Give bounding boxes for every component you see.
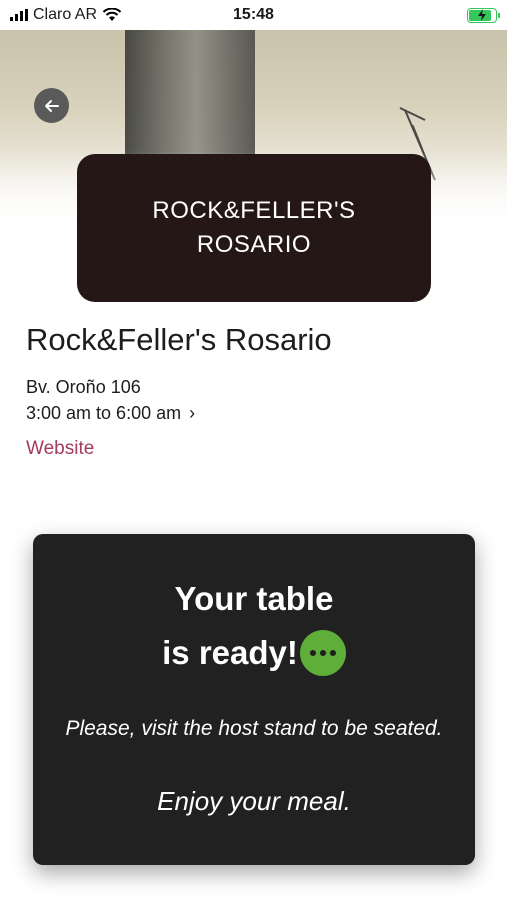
status-bar: Claro AR 15:48: [0, 0, 507, 30]
carrier-name: Claro AR: [33, 6, 98, 23]
brand-logo: ROCK&FELLER'S ROSARIO: [77, 154, 431, 302]
venue-hours: 3:00 am to 6:00 am: [26, 403, 182, 423]
wifi-icon: [102, 8, 122, 21]
ready-title-line2: is ready!: [162, 634, 298, 671]
typing-bubble-icon: [299, 630, 346, 676]
ready-title-line1: Your table: [174, 580, 334, 617]
venue-hours-row[interactable]: 3:00 am to 6:00 am ›: [26, 403, 195, 424]
status-left: Claro AR: [0, 6, 122, 24]
website-link[interactable]: Website: [26, 438, 94, 460]
venue-name: Rock&Feller's Rosario: [26, 322, 332, 357]
ready-instruction: Please, visit the host stand to be seate…: [65, 717, 443, 740]
battery-charging-icon: [467, 7, 500, 23]
back-button[interactable]: [34, 88, 69, 123]
arrow-left-icon: [44, 99, 59, 112]
venue-address: Bv. Oroño 106: [26, 377, 141, 397]
cellular-signal-icon: [10, 9, 28, 21]
ready-title-line2-wrap: is ready!: [162, 626, 346, 680]
brand-logo-text: ROCK&FELLER'S ROSARIO: [152, 197, 356, 258]
ready-closing: Enjoy your meal.: [157, 786, 351, 816]
ready-title: Your table is ready!: [33, 572, 475, 680]
table-ready-card: Your table is ready! Please, visit the h…: [33, 534, 475, 865]
chevron-right-icon: ›: [189, 403, 196, 423]
